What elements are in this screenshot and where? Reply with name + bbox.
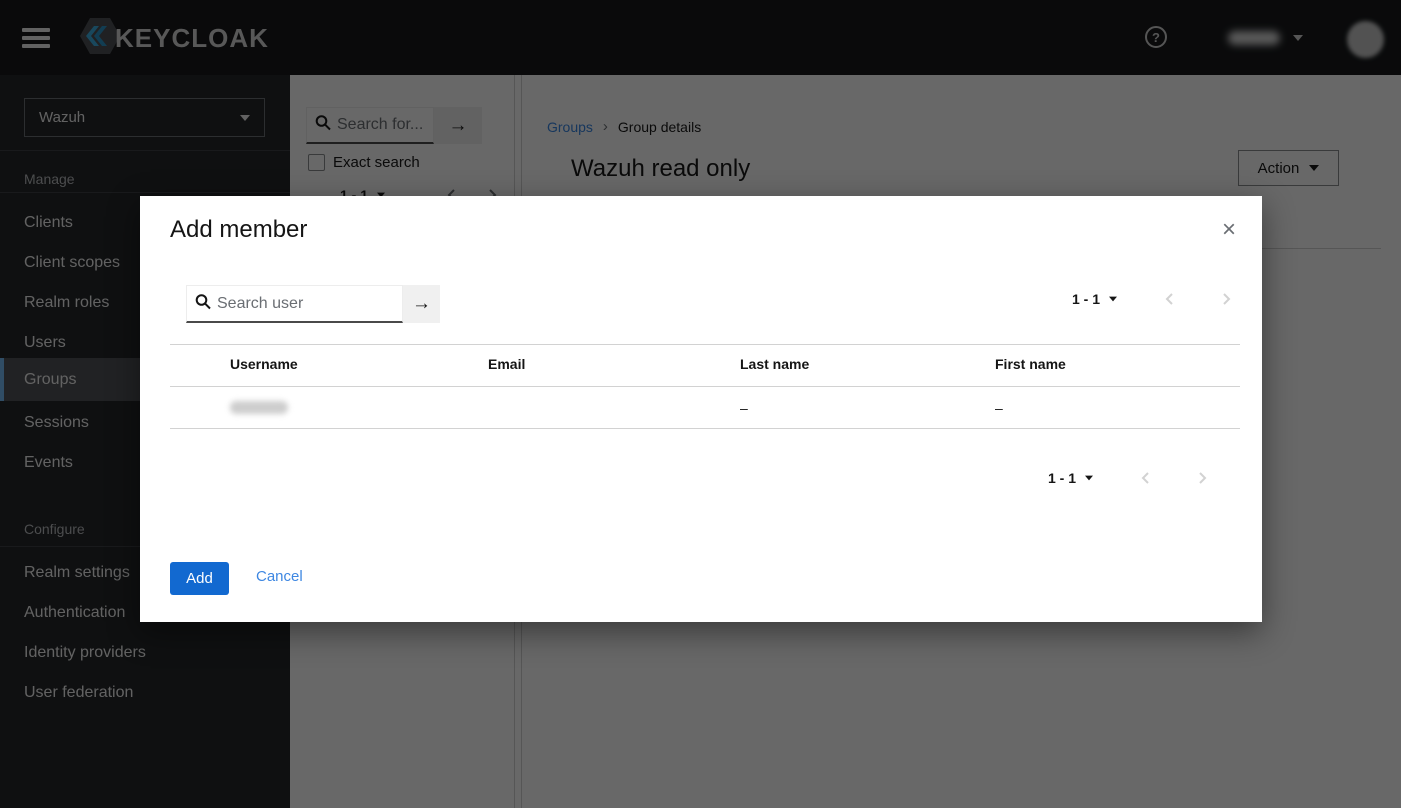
per-page-chevron-down-icon[interactable] [1085, 476, 1093, 481]
column-header-username: Username [230, 356, 298, 372]
user-search-field [186, 285, 403, 323]
column-header-first-name: First name [995, 356, 1066, 372]
search-icon [195, 293, 211, 314]
next-page-icon[interactable] [1218, 291, 1234, 307]
pagination-range: 1 - 1 [1048, 470, 1076, 486]
pagination-range: 1 - 1 [1072, 291, 1100, 307]
user-search-submit-arrow-icon[interactable]: → [403, 285, 440, 323]
cancel-button[interactable]: Cancel [256, 568, 303, 585]
prev-page-icon[interactable] [1138, 470, 1154, 486]
modal-title: Add member [170, 216, 307, 244]
pagination-top: 1 - 1 [1072, 291, 1234, 307]
prev-page-icon[interactable] [1162, 291, 1178, 307]
add-member-modal: Add member × → 1 - 1 Username Email Last… [140, 196, 1262, 622]
column-header-email: Email [488, 356, 525, 372]
cell-first-name: – [995, 400, 1003, 416]
next-page-icon[interactable] [1194, 470, 1210, 486]
column-header-last-name: Last name [740, 356, 809, 372]
keycloak-admin-console: KEYCLOAK ? Wazuh Manage Clients Client s… [0, 0, 1401, 808]
per-page-chevron-down-icon[interactable] [1109, 297, 1117, 302]
add-button[interactable]: Add [170, 562, 229, 595]
close-icon[interactable]: × [1222, 220, 1236, 240]
user-search-input[interactable] [187, 286, 402, 321]
cell-last-name: – [740, 400, 748, 416]
cell-username-redacted [230, 401, 288, 414]
pagination-bottom: 1 - 1 [1048, 470, 1210, 486]
